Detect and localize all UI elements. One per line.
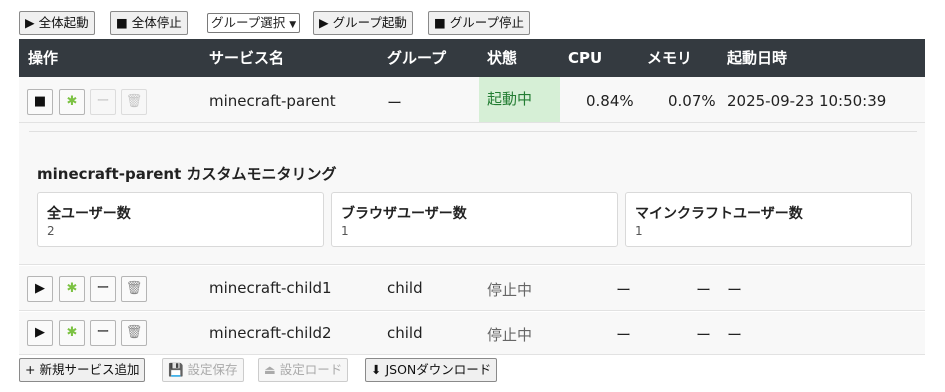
- started-at: ー: [727, 326, 743, 344]
- table-row: ▶ ✱ ー 🗑 minecraft-child1 child 停止中 ー ー ー: [19, 266, 925, 311]
- puzzle-icon: ✱: [66, 325, 78, 340]
- metric-label: 全ユーザー数: [47, 206, 131, 222]
- cpu-value: ー: [616, 326, 632, 344]
- metric-label: マインクラフトユーザー数: [635, 206, 803, 222]
- stop-all-button[interactable]: ■ 全体停止: [110, 11, 188, 35]
- column-header-started: 起動日時: [727, 49, 788, 67]
- status-badge: 停止中: [487, 281, 533, 299]
- group-select-label: グループ選択: [211, 15, 286, 30]
- monitoring-title: minecraft-parent カスタムモニタリング: [37, 165, 337, 183]
- plugin-button[interactable]: ✱: [59, 89, 85, 115]
- column-header-cpu: CPU: [568, 49, 603, 67]
- start-all-button[interactable]: ▶ 全体起動: [19, 11, 95, 35]
- stop-service-button[interactable]: ■: [27, 89, 53, 115]
- metric-card-minecraft-users: マインクラフトユーザー数 1: [625, 192, 912, 247]
- column-header-memory: メモリ: [647, 49, 693, 67]
- service-group: child: [387, 324, 423, 342]
- minus-icon: ー: [96, 94, 110, 109]
- chevron-down-icon: ▼: [289, 20, 297, 30]
- puzzle-icon: ✱: [66, 281, 78, 296]
- service-group: ー: [387, 94, 403, 112]
- column-header-service-name: サービス名: [209, 49, 285, 67]
- cpu-value: 0.84%: [586, 92, 634, 110]
- group-select[interactable]: グループ選択 ▼: [207, 13, 301, 33]
- trash-icon: 🗑: [125, 281, 143, 296]
- metric-value: 1: [635, 224, 643, 238]
- start-service-button[interactable]: ▶: [27, 320, 53, 346]
- delete-button[interactable]: 🗑: [121, 320, 147, 346]
- status-badge: 起動中: [479, 77, 560, 122]
- column-header-actions: 操作: [28, 49, 59, 67]
- metric-card-browser-users: ブラウザユーザー数 1: [331, 192, 618, 247]
- delete-button[interactable]: 🗑: [121, 276, 147, 302]
- start-service-button[interactable]: ▶: [27, 276, 53, 302]
- load-settings-button[interactable]: ⏏ 設定ロード: [258, 358, 349, 382]
- started-at: ー: [727, 281, 743, 299]
- metric-label: ブラウザユーザー数: [341, 206, 467, 222]
- divider: [29, 131, 917, 132]
- minus-icon: ー: [96, 325, 110, 340]
- plugin-button[interactable]: ✱: [59, 276, 85, 302]
- download-json-button[interactable]: ⬇ JSONダウンロード: [365, 358, 498, 382]
- column-header-group: グループ: [387, 49, 447, 67]
- trash-icon: 🗑: [125, 94, 143, 109]
- group-start-button[interactable]: ▶ グループ起動: [313, 11, 413, 35]
- column-header-status: 状態: [487, 49, 518, 67]
- status-badge: 停止中: [487, 326, 533, 344]
- trash-icon: 🗑: [125, 325, 143, 340]
- memory-value: ー: [696, 326, 712, 344]
- service-name: minecraft-parent: [209, 92, 336, 110]
- delete-button[interactable]: 🗑: [121, 89, 147, 115]
- detach-button[interactable]: ー: [90, 89, 116, 115]
- minus-icon: ー: [96, 281, 110, 296]
- play-icon: ▶: [35, 325, 45, 340]
- service-name: minecraft-child2: [209, 324, 332, 342]
- table-row: ■ ✱ ー 🗑 minecraft-parent ー 起動中 0.84% 0.0…: [19, 77, 925, 123]
- plugin-button[interactable]: ✱: [59, 320, 85, 346]
- metric-card-total-users: 全ユーザー数 2: [37, 192, 324, 247]
- metric-value: 2: [47, 224, 55, 238]
- group-stop-button[interactable]: ■ グループ停止: [428, 11, 531, 35]
- service-group: child: [387, 279, 423, 297]
- started-at: 2025-09-23 10:50:39: [727, 92, 887, 110]
- detach-button[interactable]: ー: [90, 320, 116, 346]
- custom-monitoring-panel: minecraft-parent カスタムモニタリング 全ユーザー数 2 ブラウ…: [19, 123, 925, 265]
- table-header: 操作 サービス名 グループ 状態 CPU メモリ 起動日時: [19, 39, 925, 77]
- memory-value: ー: [696, 281, 712, 299]
- save-settings-button[interactable]: 💾 設定保存: [162, 358, 244, 382]
- add-service-button[interactable]: + 新規サービス追加: [19, 358, 146, 382]
- puzzle-icon: ✱: [66, 94, 78, 109]
- stop-icon: ■: [33, 94, 47, 109]
- table-row: ▶ ✱ ー 🗑 minecraft-child2 child 停止中 ー ー ー: [19, 312, 925, 355]
- memory-value: 0.07%: [668, 92, 716, 110]
- detach-button[interactable]: ー: [90, 276, 116, 302]
- play-icon: ▶: [35, 281, 45, 296]
- metric-value: 1: [341, 224, 349, 238]
- service-name: minecraft-child1: [209, 279, 332, 297]
- cpu-value: ー: [616, 281, 632, 299]
